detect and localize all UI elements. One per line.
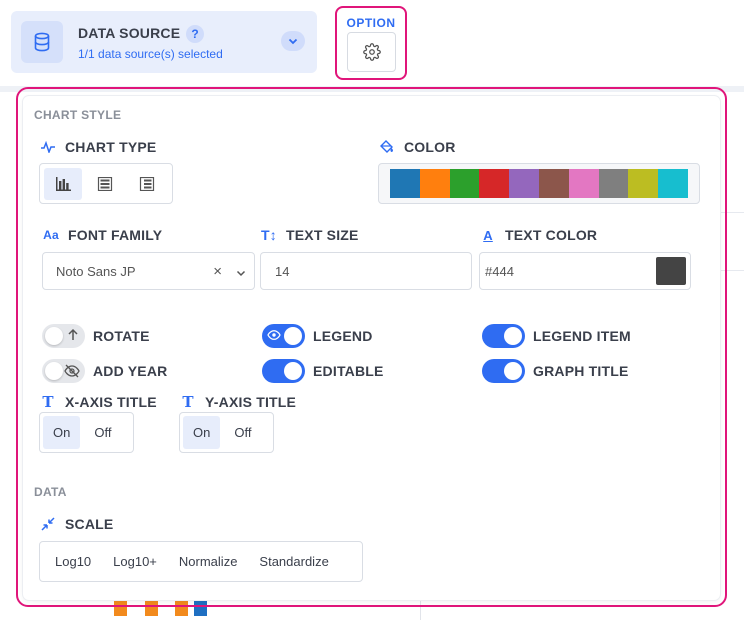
rotate-label: ROTATE	[93, 328, 150, 344]
color-label: COLOR	[378, 139, 456, 155]
option-highlight: OPTION	[335, 6, 407, 80]
help-icon[interactable]: ?	[186, 25, 204, 43]
font-family-label: Aa FONT FAMILY	[43, 227, 163, 243]
color-swatch-6[interactable]	[538, 169, 569, 198]
add-year-label: ADD YEAR	[93, 363, 168, 379]
chevron-down-icon[interactable]	[236, 265, 246, 280]
font-family-select[interactable]: Noto Sans JP ×	[42, 252, 255, 290]
graph-title-toggle[interactable]	[482, 359, 525, 383]
scale-segmented: Log10 Log10+ Normalize Standardize	[39, 541, 363, 582]
editable-toggle[interactable]	[262, 359, 305, 383]
legend-item-toggle[interactable]	[482, 324, 525, 348]
editable-toggle-row: EDITABLE	[262, 359, 384, 383]
y-axis-title-segmented: On Off	[179, 412, 274, 453]
stacked-bar-icon	[97, 176, 113, 191]
data-section-title: DATA	[34, 485, 67, 499]
chart-style-section-title: CHART STYLE	[34, 108, 122, 122]
text-color-preview[interactable]	[656, 257, 686, 285]
color-swatch-1[interactable]	[390, 169, 420, 198]
text-color-value: #444	[485, 263, 514, 279]
settings-button[interactable]	[347, 32, 396, 72]
color-palette[interactable]	[378, 163, 700, 204]
x-axis-title-off[interactable]: Off	[84, 416, 121, 449]
database-icon	[21, 21, 63, 63]
legend-item-label: LEGEND ITEM	[533, 328, 631, 344]
legend-label: LEGEND	[313, 328, 373, 344]
rotate-toggle-row: ROTATE	[42, 324, 150, 348]
text-icon: T	[182, 393, 194, 411]
text-color-label: A TEXT COLOR	[479, 227, 597, 243]
percent-bar-option[interactable]	[128, 168, 166, 200]
scale-option-standardize[interactable]: Standardize	[248, 545, 339, 578]
paint-bucket-icon	[378, 139, 396, 155]
data-source-title: DATA SOURCE	[78, 25, 181, 41]
rotate-toggle[interactable]	[42, 324, 85, 348]
text-size-input[interactable]: 14	[260, 252, 472, 290]
x-axis-title-segmented: On Off	[39, 412, 134, 453]
data-source-subtitle: 1/1 data source(s) selected	[78, 47, 223, 61]
chart-type-selector	[39, 163, 173, 204]
text-size-icon: T↕	[261, 227, 277, 243]
color-swatch-7[interactable]	[568, 169, 599, 198]
y-axis-title-on[interactable]: On	[183, 416, 221, 449]
add-year-toggle-row: ADD YEAR	[42, 359, 167, 383]
y-axis-title-label: T Y-AXIS TITLE	[179, 393, 296, 411]
font-icon: Aa	[43, 228, 59, 242]
eye-icon	[267, 329, 281, 341]
eye-off-icon	[64, 364, 80, 378]
data-source-card[interactable]: DATA SOURCE ? 1/1 data source(s) selecte…	[11, 11, 317, 73]
bar-chart-option[interactable]	[44, 167, 82, 200]
text-icon: T	[42, 393, 54, 411]
scale-option-normalize[interactable]: Normalize	[168, 545, 249, 578]
stacked-bar-option[interactable]	[86, 168, 124, 200]
gear-icon	[362, 43, 381, 61]
line-chart-icon	[39, 141, 57, 153]
arrow-up-icon	[67, 328, 79, 342]
option-label: OPTION	[346, 16, 396, 30]
clear-icon[interactable]: ×	[213, 263, 222, 280]
scale-option-log10-plus[interactable]: Log10+	[102, 545, 168, 578]
font-family-value: Noto Sans JP	[56, 263, 136, 279]
text-color-icon: A	[483, 227, 493, 243]
legend-toggle[interactable]	[262, 324, 305, 348]
add-year-toggle[interactable]	[42, 359, 85, 383]
color-swatch-9[interactable]	[628, 169, 659, 198]
editable-label: EDITABLE	[313, 363, 384, 379]
color-swatch-2[interactable]	[419, 169, 450, 198]
color-swatch-10[interactable]	[658, 169, 688, 198]
color-swatch-8[interactable]	[598, 169, 629, 198]
shrink-icon	[39, 517, 57, 531]
color-swatch-3[interactable]	[449, 169, 480, 198]
x-axis-title-label: T X-AXIS TITLE	[39, 393, 157, 411]
color-swatch-5[interactable]	[509, 169, 539, 198]
legend-toggle-row: LEGEND	[262, 324, 373, 348]
color-swatch-4[interactable]	[479, 169, 510, 198]
legend-item-toggle-row: LEGEND ITEM	[482, 324, 631, 348]
scale-option-log10[interactable]: Log10	[44, 545, 102, 578]
text-color-input[interactable]: #444	[479, 252, 691, 290]
y-axis-title-off[interactable]: Off	[224, 416, 261, 449]
text-size-label: T↕ TEXT SIZE	[261, 227, 359, 243]
x-axis-title-on[interactable]: On	[43, 416, 81, 449]
scale-label: SCALE	[39, 516, 113, 532]
graph-title-label: GRAPH TITLE	[533, 363, 629, 379]
chevron-down-icon[interactable]	[281, 31, 305, 51]
chart-type-label: CHART TYPE	[39, 139, 156, 155]
bar-chart-icon	[56, 176, 71, 191]
graph-title-toggle-row: GRAPH TITLE	[482, 359, 629, 383]
percent-bar-icon	[139, 176, 155, 191]
